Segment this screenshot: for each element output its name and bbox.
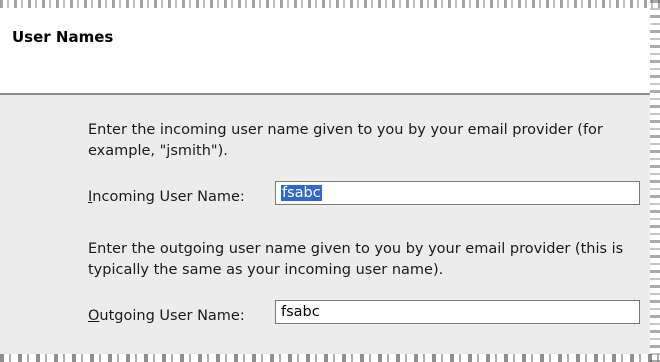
incoming-description: Enter the incoming user name given to yo… (88, 122, 603, 159)
page-title: User Names (12, 28, 114, 46)
outgoing-user-name-value: fsabc (281, 304, 320, 320)
incoming-user-name-label: Incoming User Name: (88, 189, 245, 205)
incoming-user-name-input[interactable]: fsabc (275, 181, 640, 205)
torn-bottom-edge (0, 354, 660, 362)
outgoing-description: Enter the outgoing user name given to yo… (88, 241, 624, 278)
outgoing-user-name-label: Outgoing User Name: (88, 308, 245, 324)
incoming-user-name-value: fsabc (281, 185, 322, 201)
incoming-label-text: ncoming User Name: (92, 189, 245, 205)
torn-top-edge (0, 0, 660, 8)
outgoing-label-text: utgoing User Name: (99, 308, 245, 324)
wizard-content-panel: Enter the incoming user name given to yo… (0, 95, 650, 354)
torn-right-edge (650, 0, 660, 362)
wizard-header: User Names (0, 8, 650, 93)
outgoing-user-name-input[interactable]: fsabc (275, 300, 640, 324)
outgoing-label-mnemonic: O (88, 308, 100, 324)
